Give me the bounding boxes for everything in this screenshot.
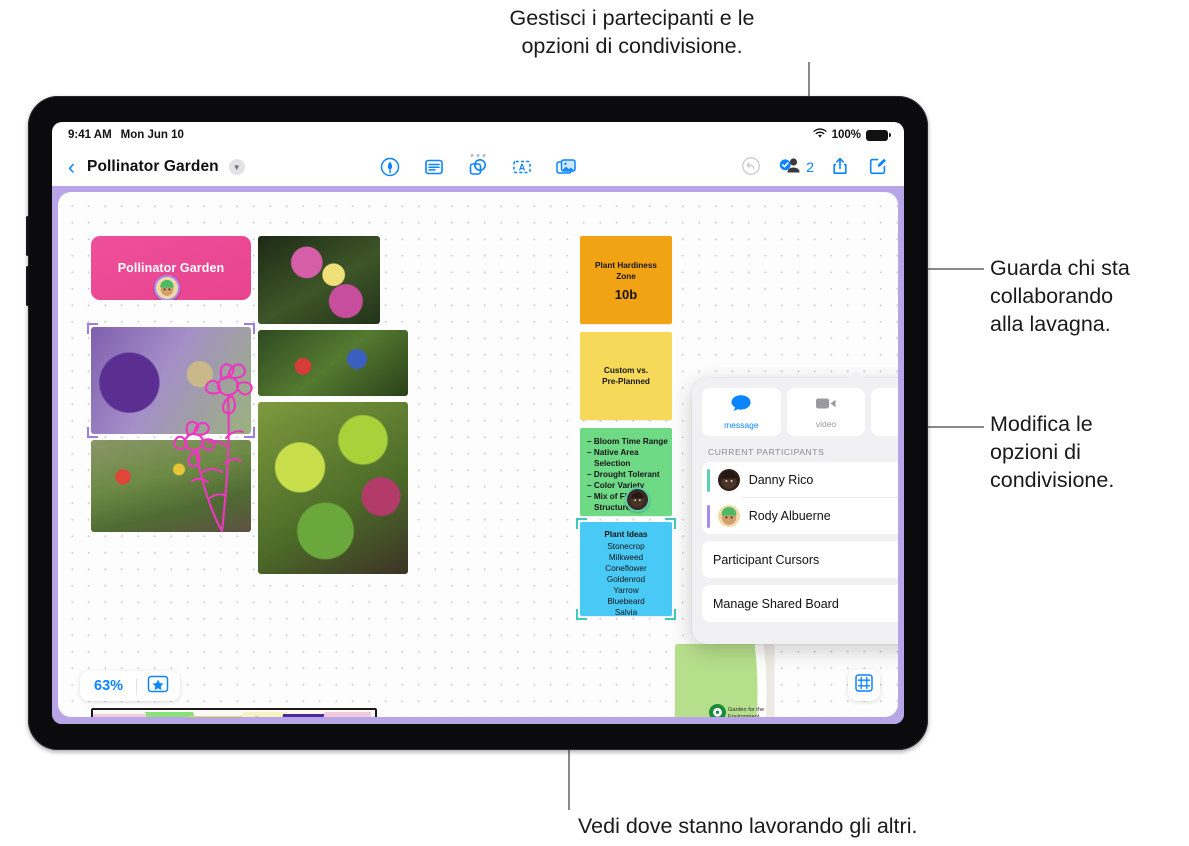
collaboration-popover: message video CURRENT PARTICIPANTS Danny…: [692, 370, 898, 644]
wifi-icon: [813, 128, 827, 142]
participant-cursors-label: Participant Cursors: [713, 552, 820, 567]
ipad-device: 9:41 AM Mon Jun 10 100% ‹ Pollinator Gar…: [26, 96, 928, 750]
chevron-left-icon[interactable]: ‹: [66, 157, 77, 178]
callout-manage-participants: Gestisci i partecipanti e le opzioni di …: [509, 6, 755, 58]
video-camera-icon: [815, 396, 837, 416]
message-action-button[interactable]: message: [702, 388, 781, 436]
participant-row-danny[interactable]: Danny Rico: [702, 462, 898, 498]
plant-item: Goldenrod: [606, 575, 646, 584]
criteria-item: Native Area: [593, 448, 639, 457]
volume-up-button[interactable]: [26, 216, 29, 256]
message-action-label: message: [724, 420, 759, 430]
manage-shared-board-row[interactable]: Manage Shared Board: [702, 585, 898, 622]
participant-row-rody[interactable]: Rody Albuerne: [702, 498, 898, 534]
map-card[interactable]: Garden for the Environment Garden for th…: [675, 644, 774, 717]
title-card[interactable]: Pollinator Garden: [91, 236, 251, 300]
callout-see-collaborators: Guarda chi sta collaborando alla lavagna…: [990, 256, 1130, 336]
text-box-tool-icon[interactable]: A: [511, 156, 533, 178]
plant-item: Stonecrop: [607, 542, 645, 551]
sticky-note-plant-ideas[interactable]: Plant Ideas Stonecrop Milkweed Coneflowe…: [580, 522, 672, 616]
collaborator-count: 2: [806, 159, 814, 175]
collaboration-button[interactable]: 2: [779, 155, 814, 180]
video-action-button[interactable]: video: [786, 388, 866, 436]
photo-hummingbird[interactable]: [258, 330, 408, 396]
device-screen: 9:41 AM Mon Jun 10 100% ‹ Pollinator Gar…: [52, 122, 904, 724]
participant-color-bar: [707, 504, 710, 528]
plant-item: Milkweed: [608, 553, 644, 562]
whiteboard-canvas[interactable]: Pollinator Garden Plant Hardiness Zone 1…: [58, 192, 898, 717]
map-pin-label: Garden for the Environment: [728, 707, 765, 717]
participant-cursors-row[interactable]: Participant Cursors: [702, 541, 898, 578]
divider: [136, 677, 138, 695]
sticky-note-criteria[interactable]: – Bloom Time Range – Native Area Selecti…: [580, 428, 672, 516]
avatar: [717, 505, 740, 527]
participant-name: Danny Rico: [748, 473, 814, 487]
plant-item: Coneflower: [605, 564, 647, 573]
plant-item: Bluebeard: [607, 597, 645, 606]
shapes-tool-icon[interactable]: [467, 156, 489, 178]
status-time: 9:41 AM: [68, 129, 112, 141]
participant-name: Rody Albuerne: [748, 509, 831, 523]
criteria-item: Drought Tolerant: [593, 470, 660, 479]
criteria-item: Structure: [594, 503, 631, 512]
svg-text:A: A: [519, 162, 526, 172]
title-card-label: Pollinator Garden: [117, 261, 225, 275]
zoom-level: 63%: [94, 678, 124, 694]
echinacea-sketch[interactable]: [166, 342, 264, 542]
media-tool-icon[interactable]: [555, 156, 577, 178]
sticky-note-hardiness[interactable]: Plant Hardiness Zone 10b: [580, 236, 672, 324]
criteria-item: Bloom Time Range: [593, 437, 668, 446]
plant-item: Yarrow: [613, 586, 639, 595]
status-date: Mon Jun 10: [120, 129, 184, 141]
criteria-item: Selection: [594, 459, 631, 468]
battery-percent: 100%: [831, 129, 861, 141]
sticky-note-custom[interactable]: Custom vs. Pre-Planned: [580, 332, 672, 420]
page-title: Pollinator Garden: [87, 158, 219, 175]
participants-list: Danny Rico Rody Albuerne: [702, 462, 898, 534]
participant-color-bar: [707, 468, 710, 492]
callout-sharing-options: Modifica le opzioni di condivisione.: [990, 412, 1115, 492]
sticky-title: Custom vs. Pre-Planned: [602, 366, 650, 386]
volume-down-button[interactable]: [26, 266, 29, 306]
tool-palette: A: [379, 156, 577, 178]
chevron-down-icon[interactable]: ▼: [228, 159, 245, 175]
photo-butterfly[interactable]: [258, 236, 380, 324]
plant-item: Salvia: [614, 608, 638, 616]
audio-action-button[interactable]: audio: [871, 388, 898, 436]
screenshot-root: Gestisci i partecipanti e le opzioni di …: [0, 0, 1189, 846]
grid-icon: [854, 673, 874, 698]
collaboration-icon: [779, 155, 802, 180]
photo-succulents[interactable]: [258, 402, 408, 574]
sticky-note-tool-icon[interactable]: [423, 156, 445, 178]
zoom-control[interactable]: 63%: [80, 671, 181, 701]
message-bubble-icon: [730, 394, 752, 417]
app-toolbar: ‹ Pollinator Garden ▼ A 2: [52, 148, 904, 186]
popover-arrow: [847, 370, 865, 379]
cursor-avatar-danny: [625, 487, 650, 512]
sticky-title: Plant Hardiness Zone: [595, 261, 657, 281]
popover-actions: message video: [702, 388, 898, 436]
star-box-icon[interactable]: [142, 675, 174, 698]
sticky-title: Plant Ideas: [604, 530, 648, 539]
video-action-label: video: [815, 418, 837, 429]
share-icon[interactable]: [830, 156, 852, 178]
cursor-avatar-rody: [154, 275, 180, 300]
whiteboard-frame: Pollinator Garden Plant Hardiness Zone 1…: [52, 186, 904, 724]
compose-icon[interactable]: [868, 156, 890, 178]
undo-icon[interactable]: [741, 156, 763, 178]
participants-heading: CURRENT PARTICIPANTS: [708, 447, 825, 457]
avatar: [717, 469, 740, 491]
manage-shared-board-label: Manage Shared Board: [713, 596, 839, 611]
garden-plan-drawing[interactable]: YSM YMM YYM P F S E C S E: [91, 708, 377, 717]
battery-icon: [866, 129, 891, 141]
grid-button[interactable]: [848, 669, 880, 701]
status-bar: 9:41 AM Mon Jun 10 100%: [52, 122, 904, 148]
sticky-value: 10b: [614, 287, 638, 302]
pen-tool-icon[interactable]: [379, 156, 401, 178]
map-pin-icon: [709, 704, 726, 717]
callout-see-where-working: Vedi dove stanno lavorando gli altri.: [578, 814, 918, 838]
